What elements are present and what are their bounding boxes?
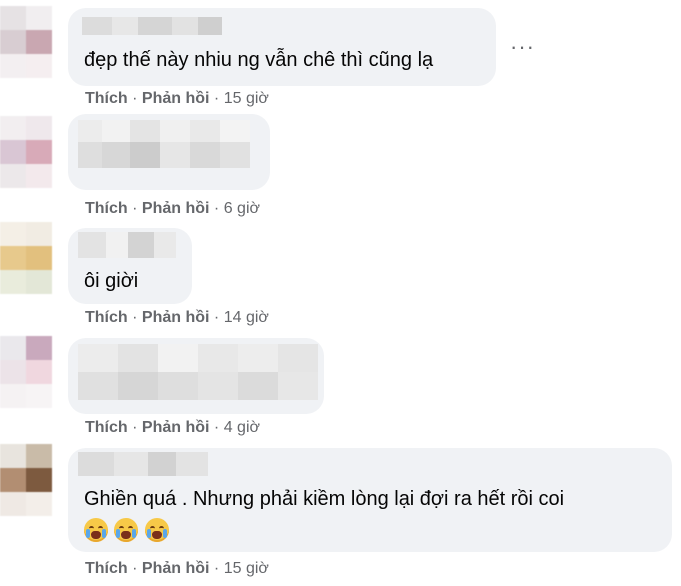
emoji-row	[84, 518, 171, 547]
blurred-comment-content	[78, 344, 318, 400]
comment-actions: Thích · Phản hồi · 6 giờ	[85, 200, 260, 218]
reply-link[interactable]: Phản hồi	[142, 419, 210, 436]
comment-bubble	[68, 114, 270, 190]
avatar[interactable]	[0, 222, 52, 294]
like-link[interactable]: Thích	[85, 560, 128, 577]
separator: ·	[213, 419, 220, 436]
separator: ·	[132, 309, 138, 326]
separator: ·	[132, 200, 138, 217]
comment-bubble: Ghiền quá . Nhưng phải kiềm lòng lại đợi…	[68, 448, 672, 552]
comment-5: Ghiền quá . Nhưng phải kiềm lòng lại đợi…	[0, 442, 681, 586]
separator: ·	[132, 560, 138, 577]
separator: ·	[213, 560, 220, 577]
comment-actions: Thích · Phản hồi · 15 giờ	[85, 90, 269, 108]
like-link[interactable]: Thích	[85, 419, 128, 436]
crying-face-emoji-icon	[114, 518, 139, 542]
avatar[interactable]	[0, 336, 52, 408]
separator: ·	[213, 90, 220, 107]
comment-text: đẹp thế này nhiu ng vẫn chê thì cũng lạ	[84, 49, 434, 71]
crying-face-emoji-icon	[144, 518, 169, 542]
comment-bubble: đẹp thế này nhiu ng vẫn chê thì cũng lạ	[68, 8, 496, 86]
reply-link[interactable]: Phản hồi	[142, 560, 210, 577]
like-link[interactable]: Thích	[85, 200, 128, 217]
comment-4: Thích · Phản hồi · 4 giờ	[0, 332, 681, 442]
comment-bubble	[68, 338, 324, 414]
crying-face-emoji-icon	[84, 518, 108, 542]
author-name[interactable]	[78, 232, 176, 258]
separator: ·	[213, 309, 220, 326]
separator: ·	[132, 419, 138, 436]
timestamp[interactable]: 15 giờ	[224, 560, 269, 577]
separator: ·	[213, 200, 220, 217]
comment-3: ôi giời Thích · Phản hồi · 14 giờ	[0, 222, 681, 332]
like-link[interactable]: Thích	[85, 90, 128, 107]
comment-2: Thích · Phản hồi · 6 giờ	[0, 112, 681, 222]
more-options-icon[interactable]: ···	[510, 34, 535, 60]
like-link[interactable]: Thích	[85, 309, 128, 326]
timestamp[interactable]: 15 giờ	[224, 90, 269, 107]
timestamp[interactable]: 6 giờ	[224, 200, 260, 217]
comment-bubble: ôi giời	[68, 228, 192, 304]
avatar[interactable]	[0, 444, 52, 516]
blurred-comment-content	[78, 120, 264, 168]
author-name[interactable]	[78, 452, 208, 476]
timestamp[interactable]: 4 giờ	[224, 419, 260, 436]
reply-link[interactable]: Phản hồi	[142, 90, 210, 107]
avatar[interactable]	[0, 6, 52, 78]
comment-actions: Thích · Phản hồi · 4 giờ	[85, 419, 260, 437]
comment-text: ôi giời	[84, 270, 139, 292]
avatar[interactable]	[0, 116, 52, 188]
reply-link[interactable]: Phản hồi	[142, 200, 210, 217]
comment-actions: Thích · Phản hồi · 14 giờ	[85, 309, 269, 327]
author-name[interactable]	[82, 17, 222, 35]
comment-1: đẹp thế này nhiu ng vẫn chê thì cũng lạ …	[0, 0, 681, 112]
comment-text: Ghiền quá . Nhưng phải kiềm lòng lại đợi…	[84, 488, 565, 510]
reply-link[interactable]: Phản hồi	[142, 309, 210, 326]
separator: ·	[132, 90, 138, 107]
timestamp[interactable]: 14 giờ	[224, 309, 269, 326]
comment-actions: Thích · Phản hồi · 15 giờ	[85, 560, 269, 578]
